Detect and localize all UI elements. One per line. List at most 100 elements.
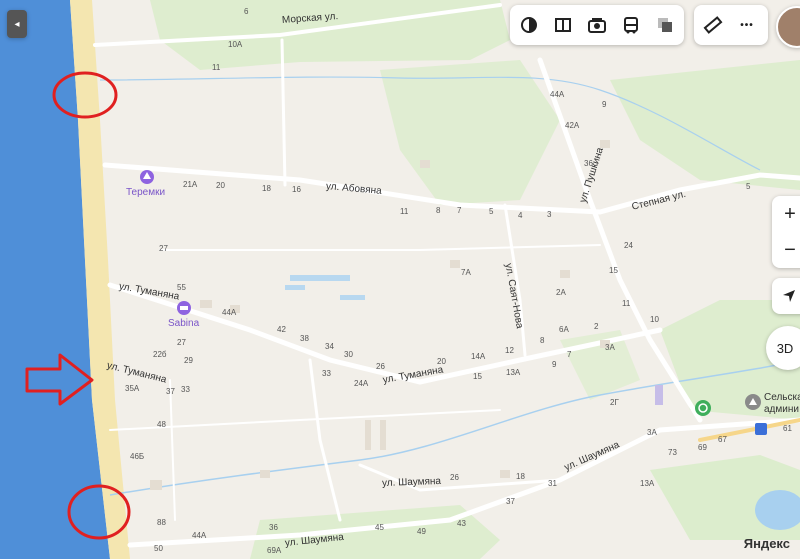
- house-number: 7: [567, 350, 572, 359]
- house-number: 30: [344, 350, 353, 359]
- house-number: 35А: [125, 384, 140, 393]
- house-number: 46Б: [130, 452, 145, 461]
- house-number: 8: [436, 206, 441, 215]
- house-number: 6: [244, 7, 249, 16]
- house-number: 44А: [222, 308, 237, 317]
- house-number: 15: [609, 266, 618, 275]
- house-number: 38: [300, 334, 309, 343]
- house-number: 9: [552, 360, 557, 369]
- house-number: 4: [518, 211, 523, 220]
- house-number: 27: [177, 338, 186, 347]
- house-number: 18: [516, 472, 525, 481]
- house-number: 5: [746, 182, 751, 191]
- house-number: 2Г: [610, 398, 619, 407]
- teremki-marker[interactable]: [140, 170, 154, 184]
- house-number: 42А: [565, 121, 580, 130]
- house-number: 50: [154, 544, 163, 553]
- zoom-out-button[interactable]: −: [772, 232, 800, 268]
- bus-stop-marker[interactable]: [755, 423, 767, 435]
- house-number: 3А: [605, 343, 615, 352]
- map-layers-button[interactable]: [648, 5, 682, 45]
- ruler-button[interactable]: [696, 5, 730, 45]
- house-number: 10А: [228, 40, 243, 49]
- house-number: 6А: [559, 325, 569, 334]
- house-number: 37: [506, 497, 515, 506]
- house-number: 27: [159, 244, 168, 253]
- house-number: 33: [181, 385, 190, 394]
- zoom-controls: + −: [772, 196, 800, 268]
- house-number: 7А: [461, 268, 471, 277]
- house-number: 11: [622, 299, 631, 308]
- house-number: 69: [698, 443, 707, 452]
- house-number: 11: [400, 207, 409, 216]
- house-number: 7: [457, 206, 462, 215]
- house-number: 29: [184, 356, 193, 365]
- map-canvas[interactable]: [0, 0, 800, 559]
- house-number: 3: [547, 210, 552, 219]
- stack-icon: [658, 18, 672, 32]
- house-number: 48: [157, 420, 166, 429]
- house-number: 9: [602, 100, 607, 109]
- zoom-in-button[interactable]: +: [772, 196, 800, 232]
- house-number: 67: [718, 435, 727, 444]
- house-number: 16: [292, 185, 301, 194]
- house-number: 26: [450, 473, 459, 482]
- more-icon: •••: [740, 19, 754, 31]
- house-number: 13А: [640, 479, 655, 488]
- house-number: 2А: [556, 288, 566, 297]
- admin-marker[interactable]: [745, 394, 761, 410]
- poi-label-selskaya[interactable]: Сельская: [764, 392, 800, 403]
- poi-label-teremki[interactable]: Теремки: [126, 187, 165, 198]
- stadium-marker[interactable]: [695, 400, 711, 416]
- map-book-icon: [555, 18, 571, 32]
- house-number: 24: [624, 241, 633, 250]
- 3d-label: 3D: [776, 340, 794, 356]
- house-number: 12: [505, 346, 514, 355]
- panorama-button[interactable]: [580, 5, 614, 45]
- poi-label-admin[interactable]: админи: [764, 404, 799, 415]
- street-label-shaumyana-1: ул. Шаумяна: [381, 475, 442, 489]
- layers-icon: [521, 17, 537, 33]
- poi-label-sabina[interactable]: Sabina: [168, 318, 199, 329]
- house-number: 13А: [506, 368, 521, 377]
- house-number: 31: [548, 479, 557, 488]
- chevron-left-icon: ◂: [14, 18, 20, 30]
- house-number: 15: [473, 372, 482, 381]
- house-number: 43: [457, 519, 466, 528]
- house-number: 36: [584, 159, 593, 168]
- house-number: 11: [212, 63, 221, 72]
- sabina-marker[interactable]: [177, 301, 191, 315]
- house-number: 8: [540, 336, 545, 345]
- house-number: 73: [668, 448, 677, 457]
- house-number: 88: [157, 518, 166, 527]
- house-number: 18: [262, 184, 271, 193]
- house-number: 49: [417, 527, 426, 536]
- house-number: 33: [322, 369, 331, 378]
- house-number: 36: [269, 523, 278, 532]
- house-number: 44А: [192, 531, 207, 540]
- location-arrow-icon: [783, 290, 795, 302]
- transport-button[interactable]: [614, 5, 648, 45]
- collapse-panel-button[interactable]: ◂: [7, 10, 27, 38]
- layers-toolbar: [510, 5, 684, 45]
- house-number: 55: [177, 283, 186, 292]
- house-number: 10: [650, 315, 659, 324]
- house-number: 45: [375, 523, 384, 532]
- ruler-icon: [703, 16, 723, 34]
- camera-icon: [588, 18, 606, 33]
- house-number: 22б: [153, 350, 167, 359]
- house-number: 37: [166, 387, 175, 396]
- house-number: 26: [376, 362, 385, 371]
- layers-button[interactable]: [512, 5, 546, 45]
- yandex-logo: Яндекс: [743, 536, 790, 551]
- house-number: 42: [277, 325, 286, 334]
- map-book-button[interactable]: [546, 5, 580, 45]
- geolocation-button[interactable]: [772, 278, 800, 314]
- house-number: 2: [594, 322, 599, 331]
- house-number: 44А: [550, 90, 565, 99]
- tools-toolbar: •••: [694, 5, 768, 45]
- house-number: 14А: [471, 352, 486, 361]
- more-button[interactable]: •••: [730, 5, 764, 45]
- house-number: 3А: [647, 428, 657, 437]
- house-number: 20: [437, 357, 446, 366]
